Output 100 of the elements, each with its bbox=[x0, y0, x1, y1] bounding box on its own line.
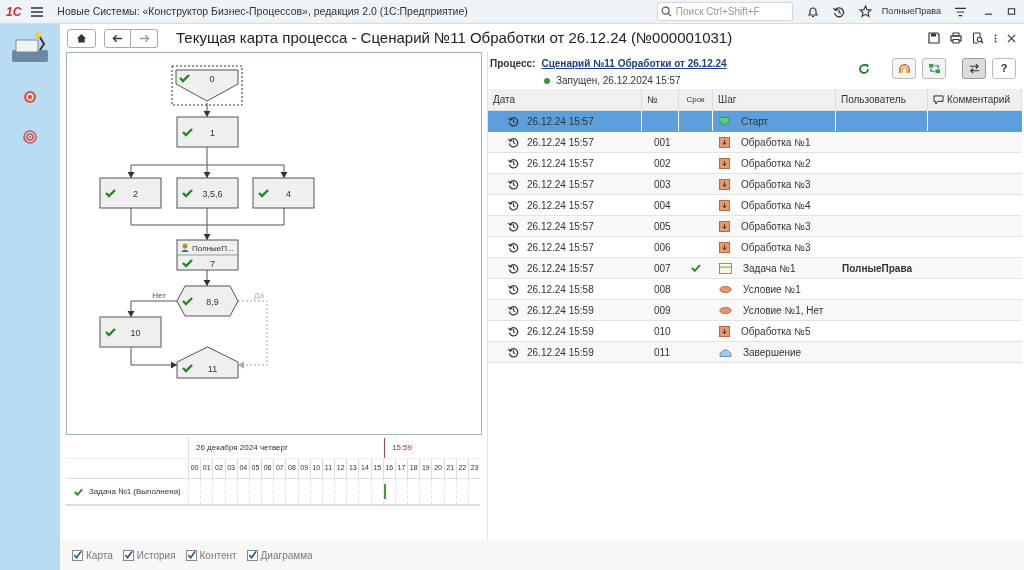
column-header[interactable]: Комментарий bbox=[928, 89, 1022, 110]
branch-label: Нет bbox=[152, 291, 166, 300]
table-row[interactable]: 26.12.24 15:57 007 Задача №1 ПолныеПрава bbox=[488, 258, 1022, 279]
process-icon bbox=[719, 241, 730, 253]
bell-icon[interactable] bbox=[806, 5, 819, 18]
column-header[interactable]: № bbox=[642, 89, 679, 110]
more-icon[interactable] bbox=[994, 32, 997, 44]
history-icon bbox=[508, 283, 519, 295]
checkbox[interactable] bbox=[246, 549, 258, 561]
back-button[interactable] bbox=[104, 28, 131, 48]
maximize-icon[interactable] bbox=[1007, 7, 1016, 16]
history-icon bbox=[508, 304, 519, 316]
search-icon bbox=[660, 6, 672, 17]
number-cell-text: 002 bbox=[654, 156, 671, 171]
close-icon[interactable] bbox=[1007, 33, 1016, 43]
start-icon bbox=[719, 115, 730, 127]
checkbox[interactable] bbox=[185, 549, 197, 561]
column-header[interactable]: Пользователь bbox=[836, 89, 928, 110]
step-cell-text: Условие №1 bbox=[743, 282, 801, 297]
process-link[interactable]: Сценарий №11 Обработки от 26.12.24 bbox=[541, 56, 727, 71]
history-icon bbox=[508, 115, 519, 127]
connector-arrow bbox=[203, 269, 211, 287]
process-status: Запущен, 26.12.2024 15:57 bbox=[556, 74, 681, 88]
refresh-icon[interactable] bbox=[858, 62, 870, 75]
step-cell-text: Задача №1 bbox=[743, 261, 796, 276]
diagram-node[interactable]: 8,9 bbox=[176, 285, 239, 317]
timeline-date: 26 декабря 2024 четверг bbox=[195, 442, 289, 454]
diagram-node[interactable]: 0 bbox=[171, 65, 243, 106]
history-icon bbox=[508, 199, 519, 211]
process-icon bbox=[719, 178, 730, 190]
process-icon bbox=[719, 325, 730, 337]
date-cell-text: 26.12.24 15:59 bbox=[527, 303, 594, 318]
column-header[interactable]: Шаг bbox=[713, 89, 836, 110]
step-cell-text: Условие №1, Нет bbox=[743, 303, 824, 318]
diagram-node[interactable]: 4 bbox=[252, 177, 315, 209]
date-cell-text: 26.12.24 15:59 bbox=[527, 324, 594, 339]
view-option[interactable]: Контент bbox=[185, 547, 237, 563]
rainbow-icon bbox=[897, 63, 911, 74]
date-cell-text: 26.12.24 15:57 bbox=[527, 240, 594, 255]
desktop-icon[interactable] bbox=[10, 30, 50, 64]
table-row[interactable]: 26.12.24 15:57 003 Обработка №3 bbox=[488, 174, 1022, 195]
column-header[interactable]: Дата bbox=[488, 89, 642, 110]
home-button[interactable] bbox=[67, 28, 96, 48]
step-cell-text: Завершение bbox=[743, 345, 802, 360]
preview-icon[interactable] bbox=[972, 32, 984, 44]
tool-button[interactable] bbox=[922, 58, 946, 79]
view-option[interactable]: Карта bbox=[72, 547, 113, 563]
checkbox[interactable] bbox=[72, 549, 83, 561]
table-row[interactable]: 26.12.24 15:57 Старт bbox=[488, 111, 1022, 132]
help-button[interactable]: ? bbox=[992, 58, 1016, 79]
process-icon bbox=[719, 136, 730, 148]
date-cell-text: 26.12.24 15:59 bbox=[527, 345, 594, 360]
toggle-button[interactable] bbox=[962, 58, 986, 79]
date-cell-text: 26.12.24 15:57 bbox=[527, 261, 594, 276]
table-row[interactable]: 26.12.24 15:57 001 Обработка №1 bbox=[488, 132, 1022, 153]
step-cell-text: Обработка №4 bbox=[741, 198, 811, 213]
print-icon[interactable] bbox=[950, 32, 962, 44]
app-logo[interactable]: 1С bbox=[6, 2, 22, 21]
connector-arrow bbox=[130, 346, 178, 369]
column-header[interactable]: Срок bbox=[679, 89, 713, 110]
history-icon bbox=[508, 220, 519, 232]
view-option[interactable]: Диаграмма bbox=[246, 547, 313, 563]
settings-icon[interactable] bbox=[955, 6, 966, 17]
step-cell-text: Обработка №3 bbox=[741, 219, 811, 234]
history-icon bbox=[508, 241, 519, 253]
date-cell-text: 26.12.24 15:57 bbox=[527, 156, 594, 171]
search-field[interactable]: Поиск Ctrl+Shift+F bbox=[656, 2, 793, 21]
form-title: Текущая карта процесса - Сценарий №11 Обработки от 26.12.24 (№000001031) bbox=[176, 27, 733, 48]
table-row[interactable]: 26.12.24 15:59 009 Условие №1, Нет bbox=[488, 300, 1022, 321]
diagram-node[interactable]: ПолныеП... 7 bbox=[176, 239, 239, 271]
date-cell-text: 26.12.24 15:57 bbox=[527, 135, 594, 150]
number-cell-text: 010 bbox=[654, 324, 671, 339]
diagram-node[interactable]: 11 bbox=[176, 346, 239, 379]
diagram-node[interactable]: 3,5,6 bbox=[176, 177, 239, 209]
condition-icon bbox=[719, 285, 732, 293]
save-icon[interactable] bbox=[928, 32, 940, 44]
table-row[interactable]: 26.12.24 15:57 005 Обработка №3 bbox=[488, 216, 1022, 237]
history-icon bbox=[508, 157, 519, 169]
menu-icon[interactable] bbox=[31, 6, 44, 17]
view-option[interactable]: История bbox=[122, 547, 176, 563]
user-name[interactable]: ПолныеПрава bbox=[881, 4, 941, 19]
number-cell-text: 003 bbox=[654, 177, 671, 192]
task-bar bbox=[383, 484, 386, 499]
checkbox[interactable] bbox=[122, 549, 134, 561]
table-row[interactable]: 26.12.24 15:59 011 Завершение bbox=[488, 342, 1022, 363]
connector-arrow bbox=[127, 300, 178, 318]
connector-arrow bbox=[203, 102, 211, 118]
circle-icon[interactable] bbox=[23, 90, 37, 104]
number-cell-text: 001 bbox=[654, 135, 671, 150]
target-icon[interactable] bbox=[23, 130, 37, 144]
step-cell-text: Обработка №2 bbox=[741, 156, 811, 171]
tool-button[interactable] bbox=[892, 58, 916, 79]
process-icon bbox=[719, 220, 730, 232]
history-icon[interactable] bbox=[832, 5, 845, 18]
star-icon[interactable] bbox=[858, 5, 872, 18]
diagram-node[interactable]: 10 bbox=[99, 316, 162, 348]
diagram-node[interactable]: 2 bbox=[99, 177, 162, 209]
date-cell-text: 26.12.24 15:57 bbox=[527, 114, 594, 129]
number-cell-text: 009 bbox=[654, 303, 671, 318]
diagram-node[interactable]: 1 bbox=[176, 116, 239, 148]
